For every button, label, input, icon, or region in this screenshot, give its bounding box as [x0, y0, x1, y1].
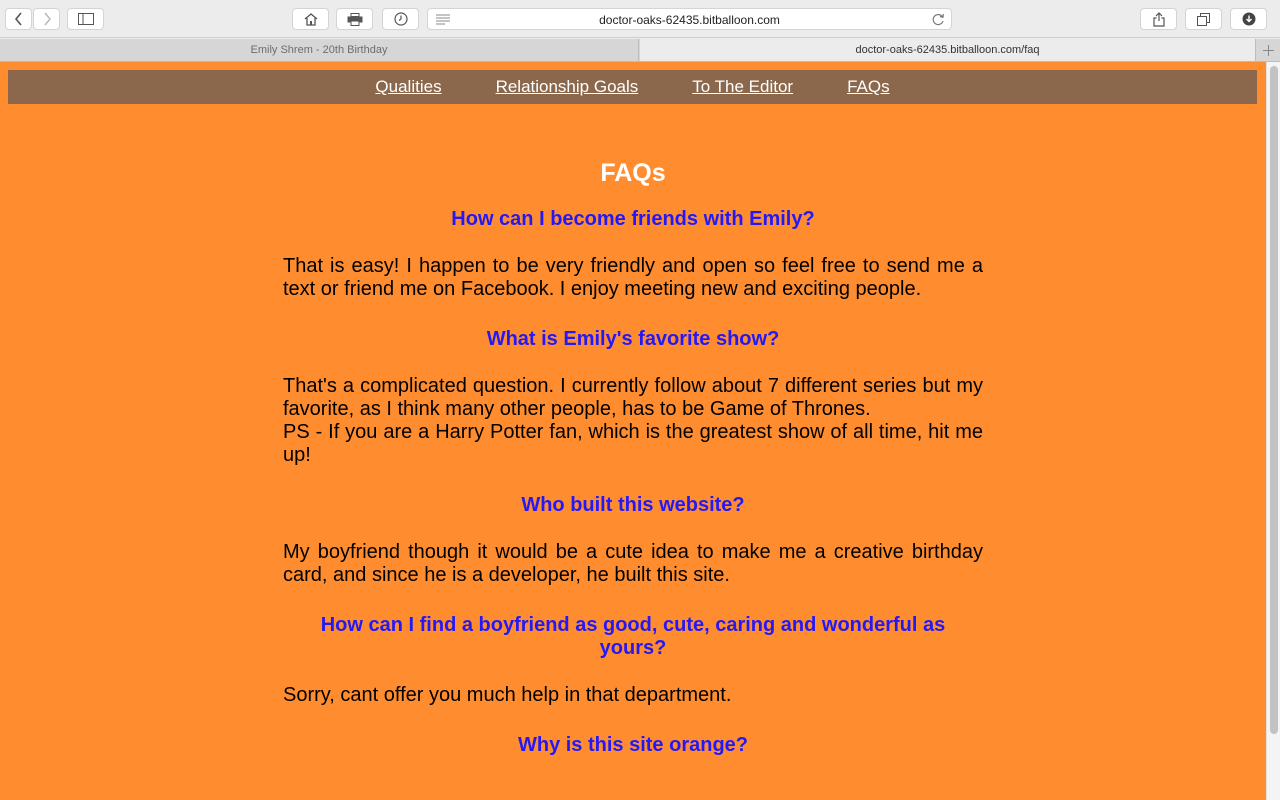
faq-answer: Sorry, cant offer you much help in that … — [283, 684, 732, 706]
sidebar-button[interactable] — [67, 8, 104, 30]
address-bar[interactable]: doctor-oaks-62435.bitballoon.com — [427, 8, 952, 30]
faq-question: What is Emily's favorite show? — [486, 328, 780, 350]
nav-faqs[interactable]: FAQs — [847, 77, 890, 97]
plus-icon — [1263, 44, 1274, 56]
print-button[interactable] — [336, 8, 373, 30]
faq-answer-ps: PS - If you are a Harry Potter fan, whic… — [283, 421, 983, 466]
history-button[interactable] — [382, 8, 419, 30]
page-viewport: Qualities Relationship Goals To The Edit… — [0, 62, 1266, 800]
tabs-icon — [1197, 12, 1210, 26]
home-button[interactable] — [292, 8, 329, 30]
scrollbar-thumb[interactable] — [1270, 66, 1278, 734]
chevron-left-icon — [14, 12, 22, 26]
share-button[interactable] — [1140, 8, 1177, 30]
home-icon — [304, 12, 317, 26]
printer-icon — [347, 12, 362, 26]
faq-question: How can I become friends with Emily? — [451, 208, 815, 230]
nav-relationship-goals[interactable]: Relationship Goals — [496, 77, 639, 97]
browser-toolbar: doctor-oaks-62435.bitballoon.com — [0, 0, 1280, 38]
reload-icon[interactable] — [932, 13, 945, 26]
new-tab-button[interactable] — [1257, 39, 1280, 61]
nav-qualities[interactable]: Qualities — [375, 77, 441, 97]
download-icon — [1242, 12, 1255, 26]
faq-answer: That's a complicated question. I current… — [283, 375, 983, 420]
sidebar-icon — [77, 13, 94, 25]
url-text[interactable]: doctor-oaks-62435.bitballoon.com — [428, 13, 951, 27]
forward-button[interactable] — [33, 8, 60, 30]
share-icon — [1152, 11, 1165, 27]
downloads-button[interactable] — [1230, 8, 1267, 30]
tab-bar: Emily Shrem - 20th Birthday doctor-oaks-… — [0, 39, 1280, 62]
tab-emily-shrem[interactable]: Emily Shrem - 20th Birthday — [0, 39, 639, 61]
clock-icon — [393, 12, 408, 26]
faq-question: Who built this website? — [521, 494, 745, 516]
page-scrollbar[interactable] — [1266, 62, 1280, 800]
nav-to-the-editor[interactable]: To The Editor — [692, 77, 793, 97]
chevron-right-icon — [43, 12, 51, 26]
faq-question: How can I find a boyfriend as good, cute… — [320, 614, 946, 659]
tab-faq[interactable]: doctor-oaks-62435.bitballoon.com/faq — [640, 39, 1256, 61]
faq-answer: My boyfriend though it would be a cute i… — [283, 541, 983, 586]
faq-content: FAQs How can I become friends with Emily… — [283, 156, 983, 781]
page-title: FAQs — [600, 159, 666, 187]
back-button[interactable] — [5, 8, 32, 30]
faq-question: Why is this site orange? — [517, 734, 749, 756]
faq-answer: That is easy! I happen to be very friend… — [283, 255, 983, 300]
tabs-overview-button[interactable] — [1185, 8, 1222, 30]
site-nav: Qualities Relationship Goals To The Edit… — [8, 70, 1257, 104]
